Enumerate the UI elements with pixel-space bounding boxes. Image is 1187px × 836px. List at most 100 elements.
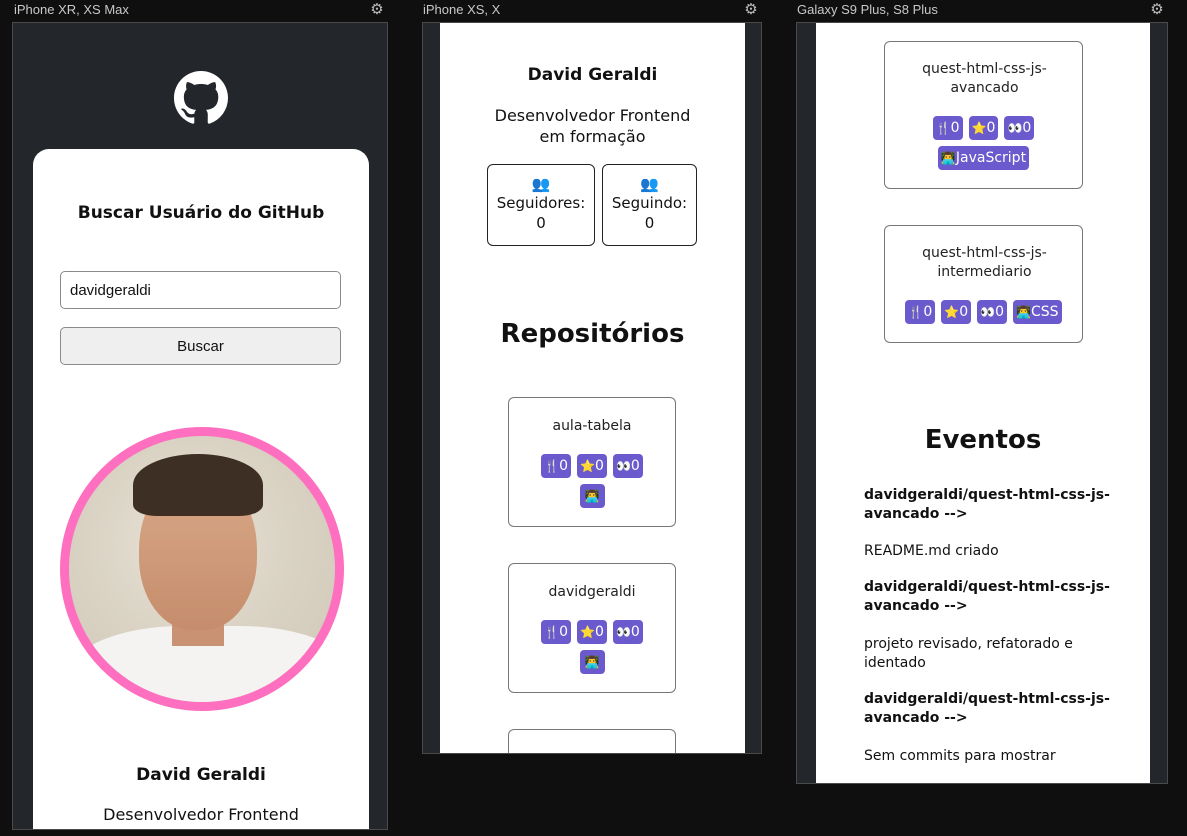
followers-count: 0 bbox=[536, 214, 546, 232]
event-message: projeto revisado, refatorado e identado bbox=[864, 636, 1073, 671]
fork-count: 0 bbox=[559, 458, 569, 474]
language-badge: 👨‍💻 bbox=[579, 484, 605, 508]
device-label-iphone-xs: iPhone XS, X bbox=[423, 2, 501, 17]
gear-icon[interactable]: ⚙ bbox=[743, 1, 759, 17]
event-repo[interactable]: davidgeraldi/quest-html-css-js-avancado … bbox=[864, 578, 1124, 616]
search-button[interactable]: Buscar bbox=[60, 327, 341, 365]
page-content: quest-html-css-js-avancado 🍴0 ⭐0 👀0 👨‍💻J… bbox=[816, 23, 1150, 783]
eyes-icon: 👀 bbox=[1007, 121, 1023, 135]
fork-badge: 🍴0 bbox=[541, 620, 572, 644]
star-count: 0 bbox=[595, 458, 604, 474]
repo-card[interactable]: davidgeraldi 🍴0 ⭐0 👀0 👨‍💻 bbox=[508, 563, 676, 693]
fork-icon: 🍴 bbox=[544, 459, 560, 473]
repo-card[interactable] bbox=[508, 729, 676, 753]
fork-count: 0 bbox=[559, 624, 569, 640]
star-badge: ⭐0 bbox=[577, 454, 607, 478]
people-icon: 👥 bbox=[640, 175, 659, 193]
search-card: Buscar Usuário do GitHub Buscar David Ge… bbox=[33, 149, 369, 829]
repo-card[interactable]: quest-html-css-js-avancado 🍴0 ⭐0 👀0 👨‍💻J… bbox=[884, 41, 1083, 189]
following-count: 0 bbox=[644, 214, 655, 232]
star-badge: ⭐0 bbox=[941, 300, 972, 324]
following-box: 👥 Seguindo: 0 bbox=[602, 164, 697, 246]
watch-count: 0 bbox=[630, 458, 640, 474]
followers-label: Seguidores: bbox=[496, 194, 586, 212]
star-icon: ⭐ bbox=[580, 625, 596, 639]
following-label: Seguindo: bbox=[611, 194, 688, 212]
repo-badges: 🍴0 ⭐0 👀0 bbox=[509, 620, 675, 644]
profile-bio: Desenvolvedor Frontend em formação bbox=[494, 106, 691, 146]
technologist-icon: 👨‍💻 bbox=[584, 655, 600, 669]
repo-language-row: 👨‍💻JavaScript bbox=[885, 146, 1082, 170]
event-message: README.md criado bbox=[864, 543, 999, 559]
fork-badge: 🍴0 bbox=[932, 116, 963, 140]
language-badge: 👨‍💻 bbox=[579, 650, 605, 674]
repo-name[interactable]: quest-html-css-js-intermediario bbox=[905, 244, 1064, 282]
search-input[interactable] bbox=[60, 271, 341, 309]
star-count: 0 bbox=[959, 304, 969, 320]
repo-badges: 🍴0 ⭐0 👀0 bbox=[885, 116, 1082, 140]
fork-badge: 🍴0 bbox=[541, 454, 572, 478]
watch-badge: 👀0 bbox=[612, 454, 643, 478]
watch-badge: 👀0 bbox=[612, 620, 643, 644]
event-message: Sem commits para mostrar bbox=[864, 748, 1056, 764]
eyes-icon: 👀 bbox=[615, 625, 631, 639]
device-label-iphone-xr: iPhone XR, XS Max bbox=[14, 2, 129, 17]
star-icon: ⭐ bbox=[944, 305, 960, 319]
repo-language-row: 👨‍💻 bbox=[509, 650, 675, 674]
gear-icon[interactable]: ⚙ bbox=[369, 1, 385, 17]
star-count: 0 bbox=[986, 120, 996, 136]
followers-box: 👥 Seguidores: 0 bbox=[487, 164, 595, 246]
avatar-hair bbox=[133, 454, 263, 516]
language-label: CSS bbox=[1031, 304, 1059, 320]
device-label-galaxy-s9: Galaxy S9 Plus, S8 Plus bbox=[797, 2, 938, 17]
eyes-icon: 👀 bbox=[615, 459, 631, 473]
repo-language-row: 👨‍💻 bbox=[509, 484, 675, 508]
event-repo[interactable]: davidgeraldi/quest-html-css-js-avancado … bbox=[864, 690, 1124, 728]
technologist-icon: 👨‍💻 bbox=[940, 151, 956, 165]
page-content: David Geraldi Desenvolvedor Frontend em … bbox=[440, 23, 745, 753]
fork-count: 0 bbox=[923, 304, 933, 320]
fork-icon: 🍴 bbox=[544, 625, 560, 639]
avatar bbox=[60, 427, 344, 711]
repo-card[interactable]: quest-html-css-js-intermediario 🍴0 ⭐0 👀0… bbox=[884, 225, 1083, 343]
watch-count: 0 bbox=[995, 304, 1005, 320]
repo-name[interactable]: quest-html-css-js-avancado bbox=[905, 60, 1064, 98]
language-badge: 👨‍💻CSS bbox=[1013, 300, 1062, 324]
watch-count: 0 bbox=[630, 624, 640, 640]
device-frame-iphone-xr: Buscar Usuário do GitHub Buscar David Ge… bbox=[12, 22, 388, 830]
github-logo-icon bbox=[174, 71, 228, 124]
eyes-icon: 👀 bbox=[980, 305, 996, 319]
search-title: Buscar Usuário do GitHub bbox=[77, 203, 325, 223]
star-badge: ⭐0 bbox=[968, 116, 999, 140]
watch-badge: 👀0 bbox=[977, 300, 1008, 324]
device-frame-galaxy-s9: quest-html-css-js-avancado 🍴0 ⭐0 👀0 👨‍💻J… bbox=[796, 22, 1168, 784]
technologist-icon: 👨‍💻 bbox=[584, 489, 600, 503]
fork-badge: 🍴0 bbox=[905, 300, 936, 324]
fork-icon: 🍴 bbox=[935, 121, 951, 135]
repo-card[interactable]: aula-tabela 🍴0 ⭐0 👀0 👨‍💻 bbox=[508, 397, 676, 527]
profile-bio: Desenvolvedor Frontend bbox=[103, 805, 299, 824]
star-icon: ⭐ bbox=[971, 121, 987, 135]
events-title: Eventos bbox=[924, 425, 1042, 455]
event-repo[interactable]: davidgeraldi/quest-html-css-js-avancado … bbox=[864, 486, 1124, 524]
repo-name[interactable]: aula-tabela bbox=[509, 418, 675, 434]
profile-name: David Geraldi bbox=[136, 765, 266, 785]
watch-badge: 👀0 bbox=[1004, 116, 1035, 140]
fork-icon: 🍴 bbox=[908, 305, 924, 319]
star-badge: ⭐0 bbox=[577, 620, 607, 644]
repo-name[interactable]: davidgeraldi bbox=[509, 584, 675, 600]
repo-badges: 🍴0 ⭐0 👀0 bbox=[509, 454, 675, 478]
repositories-title: Repositórios bbox=[500, 319, 685, 349]
device-frame-iphone-xs: David Geraldi Desenvolvedor Frontend em … bbox=[422, 22, 762, 754]
star-count: 0 bbox=[595, 624, 604, 640]
star-icon: ⭐ bbox=[580, 459, 596, 473]
watch-count: 0 bbox=[1022, 120, 1032, 136]
repo-badges: 🍴0 ⭐0 👀0 👨‍💻CSS bbox=[885, 300, 1082, 324]
fork-count: 0 bbox=[950, 120, 960, 136]
gear-icon[interactable]: ⚙ bbox=[1149, 1, 1165, 17]
language-label: JavaScript bbox=[955, 150, 1027, 166]
people-icon: 👥 bbox=[531, 175, 551, 193]
technologist-icon: 👨‍💻 bbox=[1016, 305, 1031, 319]
profile-name: David Geraldi bbox=[527, 65, 658, 85]
language-badge: 👨‍💻JavaScript bbox=[937, 146, 1030, 170]
